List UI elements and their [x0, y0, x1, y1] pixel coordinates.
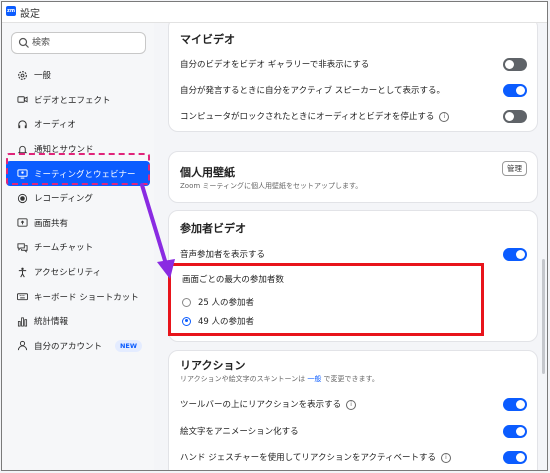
- reactions-desc: リアクションや絵文字のスキントーンは 一般 で変更できます。: [180, 374, 379, 384]
- wallpaper-desc: Zoom ミーティングに個人用壁紙をセットアップします。: [180, 182, 363, 190]
- sidebar-item-label: ビデオとエフェクト: [34, 95, 111, 106]
- sidebar: 一般 ビデオとエフェクト オーディオ 通知とサウンド ミーティングとウェビナー …: [2, 23, 154, 470]
- my-video-card: マイビデオ 自分のビデオをビデオ ギャラリーで非表示にする 自分が発言するときに…: [168, 23, 538, 132]
- sidebar-item-label: アクセシビリティ: [34, 268, 102, 279]
- wallpaper-title: 個人用壁紙: [180, 166, 235, 179]
- show-reactions-label: ツールバーの上にリアクションを表示する: [180, 400, 342, 410]
- hide-self-video-toggle[interactable]: [503, 57, 527, 71]
- stop-av-on-lock-toggle[interactable]: [503, 109, 527, 123]
- keyboard-icon: [16, 291, 28, 303]
- sidebar-item-statistics[interactable]: 統計情報: [6, 309, 150, 334]
- hide-self-video-row: 自分のビデオをビデオ ギャラリーで非表示にする: [180, 55, 527, 73]
- sidebar-item-audio[interactable]: オーディオ: [6, 112, 150, 137]
- stop-av-on-lock-row: コンピュータがロックされたときにオーディオとビデオを停止する i: [180, 107, 527, 125]
- show-reactions-above-toolbar-row: ツールバーの上にリアクションを表示する i: [180, 395, 527, 413]
- sidebar-item-my-account[interactable]: 自分のアカウント NEW: [6, 334, 150, 359]
- sidebar-item-label: 画面共有: [34, 218, 69, 229]
- search-icon: [18, 37, 29, 48]
- show-audio-participants-label: 音声参加者を表示する: [180, 250, 266, 260]
- hide-self-video-label: 自分のビデオをビデオ ギャラリーで非表示にする: [180, 60, 370, 70]
- hand-gesture-label: ハンド ジェスチャーを使用してリアクションをアクティベートする: [180, 453, 437, 463]
- sidebar-item-label: キーボード ショートカット: [34, 292, 139, 303]
- show-reactions-toggle[interactable]: [503, 397, 527, 411]
- sidebar-item-label: レコーディング: [34, 194, 93, 205]
- stats-icon: [16, 315, 28, 327]
- content-scrollbar[interactable]: [542, 259, 545, 374]
- reactions-desc-prefix: リアクションや絵文字のスキントーンは: [180, 375, 308, 383]
- video-camera-icon: [16, 94, 28, 106]
- animate-emoji-row: 絵文字をアニメーション化する: [180, 422, 527, 440]
- animate-emoji-toggle[interactable]: [503, 424, 527, 438]
- self-active-speaker-toggle[interactable]: [503, 83, 527, 97]
- window-title: 設定: [20, 9, 40, 20]
- max-participants-highlight-box: [168, 263, 484, 336]
- show-audio-participants-row: 音声参加者を表示する: [180, 245, 527, 263]
- sidebar-highlight-box: [6, 153, 150, 185]
- animate-emoji-label: 絵文字をアニメーション化する: [180, 427, 299, 437]
- settings-window: zm 設定 一般 ビデオとエフェクト オーディオ 通知とサウンド: [1, 1, 548, 471]
- sidebar-nav: 一般 ビデオとエフェクト オーディオ 通知とサウンド ミーティングとウェビナー …: [6, 63, 150, 358]
- hand-gesture-reactions-row: ハンド ジェスチャーを使用してリアクションをアクティベートする i: [180, 448, 527, 466]
- chat-icon: [16, 241, 28, 253]
- reactions-desc-suffix: で変更できます。: [321, 375, 379, 383]
- sidebar-item-label: チームチャット: [34, 243, 94, 254]
- new-badge: NEW: [114, 339, 142, 352]
- zoom-app-icon: zm: [6, 6, 16, 16]
- sidebar-item-accessibility[interactable]: アクセシビリティ: [6, 260, 150, 285]
- sidebar-item-team-chat[interactable]: チームチャット: [6, 235, 150, 260]
- sidebar-item-screen-share[interactable]: 画面共有: [6, 211, 150, 236]
- search-box[interactable]: [11, 32, 146, 54]
- record-icon: [16, 192, 28, 204]
- sidebar-item-label: 自分のアカウント: [34, 341, 103, 352]
- my-video-title: マイビデオ: [180, 33, 235, 46]
- sidebar-item-label: オーディオ: [34, 120, 76, 131]
- headphones-icon: [16, 118, 28, 130]
- sidebar-item-label: 統計情報: [34, 317, 69, 328]
- general-link[interactable]: 一般: [307, 375, 321, 383]
- sidebar-item-recording[interactable]: レコーディング: [6, 186, 150, 211]
- settings-content: マイビデオ 自分のビデオをビデオ ギャラリーで非表示にする 自分が発言するときに…: [154, 23, 547, 470]
- stop-av-on-lock-label: コンピュータがロックされたときにオーディオとビデオを停止する: [180, 112, 435, 122]
- show-audio-participants-toggle[interactable]: [503, 247, 527, 261]
- personal-wallpaper-card: 個人用壁紙 Zoom ミーティングに個人用壁紙をセットアップします。 管理: [168, 151, 538, 203]
- manage-wallpaper-button[interactable]: 管理: [502, 161, 527, 176]
- share-screen-icon: [16, 217, 28, 229]
- person-icon: [16, 340, 28, 352]
- sidebar-item-keyboard-shortcuts[interactable]: キーボード ショートカット: [6, 284, 150, 309]
- self-active-speaker-label: 自分が発言するときに自分をアクティブ スピーカーとして表示する。: [180, 86, 446, 96]
- info-icon[interactable]: i: [439, 111, 450, 122]
- reactions-card: リアクション リアクションや絵文字のスキントーンは 一般 で変更できます。 ツー…: [168, 350, 538, 470]
- sidebar-item-label: 一般: [34, 71, 52, 82]
- info-icon[interactable]: i: [441, 452, 452, 463]
- search-input[interactable]: [32, 35, 140, 51]
- gear-icon: [16, 69, 28, 81]
- sidebar-item-general[interactable]: 一般: [6, 63, 150, 88]
- info-icon[interactable]: i: [346, 399, 357, 410]
- title-bar: zm 設定: [2, 2, 547, 23]
- self-active-speaker-row: 自分が発言するときに自分をアクティブ スピーカーとして表示する。: [180, 81, 527, 99]
- accessibility-icon: [16, 266, 28, 278]
- participant-video-title: 参加者ビデオ: [180, 222, 246, 235]
- hand-gesture-toggle[interactable]: [503, 450, 527, 464]
- reactions-title: リアクション: [180, 359, 246, 372]
- sidebar-item-video[interactable]: ビデオとエフェクト: [6, 88, 150, 113]
